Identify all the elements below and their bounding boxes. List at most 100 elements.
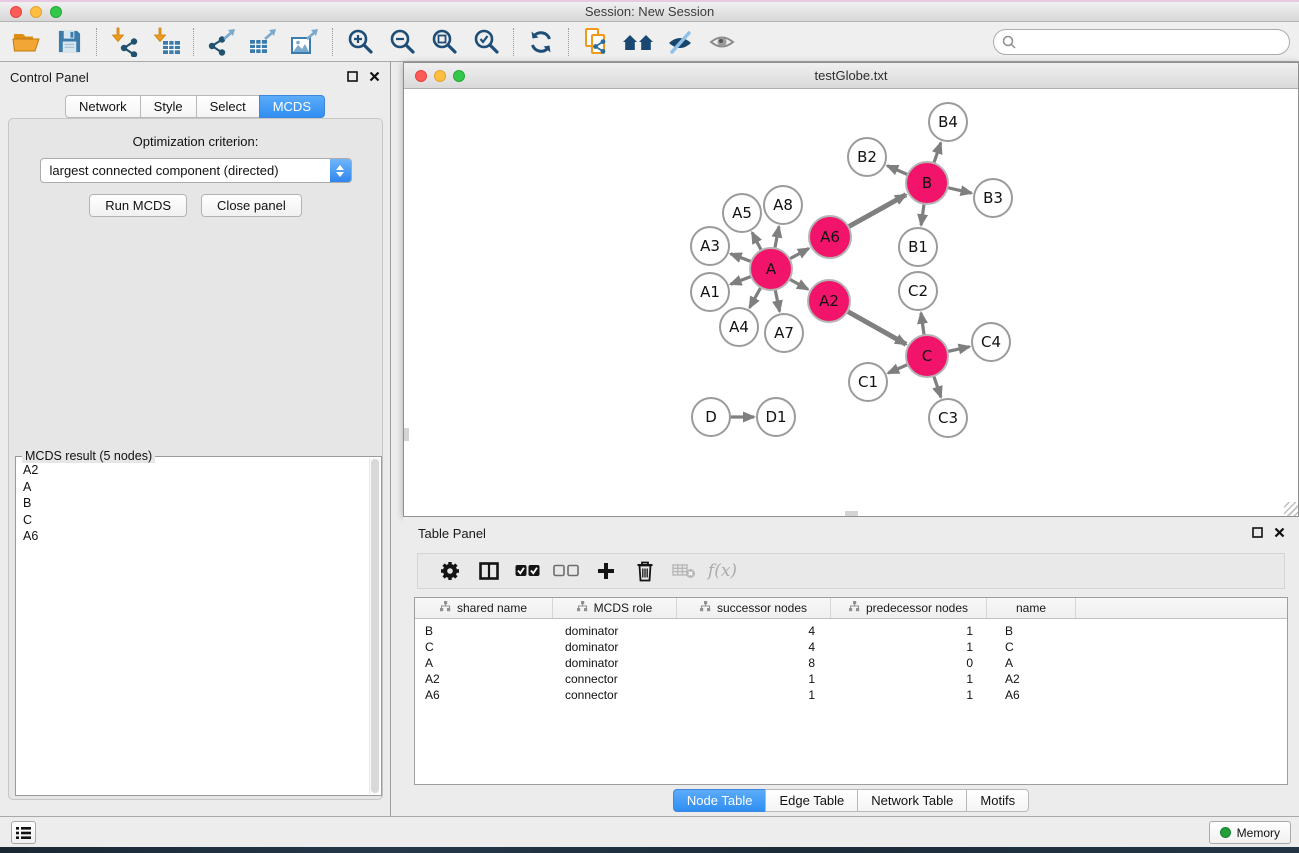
tab-network-table[interactable]: Network Table — [857, 789, 967, 812]
column-header-MCDS-role[interactable]: MCDS role — [553, 598, 677, 618]
table-row[interactable]: A2connector11A2 — [415, 671, 1287, 687]
network-close-icon[interactable] — [415, 70, 427, 82]
check-pair-icon[interactable] — [508, 564, 547, 578]
uncheck-pair-icon[interactable] — [547, 564, 586, 578]
node-A7[interactable]: A7 — [765, 314, 803, 352]
table-cell: 1 — [831, 640, 987, 654]
result-item[interactable]: B — [23, 495, 362, 512]
column-header-successor-nodes[interactable]: successor nodes — [677, 598, 831, 618]
import-table-icon[interactable] — [145, 26, 187, 58]
float-table-panel-icon[interactable] — [1252, 527, 1263, 538]
node-A6[interactable]: A6 — [809, 216, 851, 258]
node-A3[interactable]: A3 — [691, 227, 729, 265]
svg-text:D: D — [705, 408, 717, 426]
task-history-button[interactable] — [11, 821, 36, 844]
network-vscroll-thumb[interactable] — [404, 428, 409, 441]
node-B4[interactable]: B4 — [929, 103, 967, 141]
hide-selected-icon[interactable] — [659, 26, 701, 58]
table-row[interactable]: Adominator80A — [415, 655, 1287, 671]
result-item[interactable]: A6 — [23, 528, 362, 545]
minimize-window-icon[interactable] — [30, 6, 42, 18]
node-A[interactable]: A — [750, 248, 792, 290]
node-A4[interactable]: A4 — [720, 308, 758, 346]
import-network-icon[interactable] — [103, 26, 145, 58]
home-icon[interactable] — [617, 26, 659, 58]
sort-hierarchy-icon — [440, 601, 451, 615]
node-C2[interactable]: C2 — [899, 272, 937, 310]
close-table-panel-icon[interactable] — [1274, 527, 1285, 538]
tab-mcds[interactable]: MCDS — [259, 95, 325, 118]
zoom-window-icon[interactable] — [50, 6, 62, 18]
tab-style[interactable]: Style — [140, 95, 197, 118]
close-window-icon[interactable] — [10, 6, 22, 18]
node-A5[interactable]: A5 — [723, 194, 761, 232]
result-scrollbar-thumb[interactable] — [371, 459, 379, 793]
tab-edge-table[interactable]: Edge Table — [765, 789, 858, 812]
network-hscroll-thumb[interactable] — [845, 511, 858, 516]
table-row[interactable]: A6connector11A6 — [415, 687, 1287, 703]
network-from-clipboard-icon[interactable] — [575, 26, 617, 58]
table-cell: A — [987, 656, 1076, 670]
refresh-icon[interactable] — [520, 26, 562, 58]
table-cell: 1 — [831, 672, 987, 686]
criterion-select[interactable]: largest connected component (directed) — [40, 158, 352, 183]
export-network-icon[interactable] — [200, 26, 242, 58]
result-item[interactable]: C — [23, 512, 362, 529]
resize-grip[interactable] — [1284, 502, 1298, 516]
trash-icon[interactable] — [625, 560, 664, 582]
zoom-in-icon[interactable] — [339, 26, 381, 58]
zoom-out-icon[interactable] — [381, 26, 423, 58]
zoom-selected-icon[interactable] — [465, 26, 507, 58]
network-minimize-icon[interactable] — [434, 70, 446, 82]
close-panel-button[interactable]: Close panel — [201, 194, 302, 217]
table-row[interactable]: Cdominator41C — [415, 639, 1287, 655]
show-all-icon[interactable] — [701, 26, 743, 58]
node-A8[interactable]: A8 — [764, 186, 802, 224]
column-header-name[interactable]: name — [987, 598, 1076, 618]
node-B3[interactable]: B3 — [974, 179, 1012, 217]
node-C[interactable]: C — [906, 335, 948, 377]
node-D[interactable]: D — [692, 398, 730, 436]
float-panel-icon[interactable] — [347, 71, 358, 82]
node-D1[interactable]: D1 — [757, 398, 795, 436]
export-table-icon[interactable] — [242, 26, 284, 58]
zoom-fit-icon[interactable] — [423, 26, 465, 58]
run-mcds-button[interactable]: Run MCDS — [89, 194, 187, 217]
search-icon — [1002, 35, 1016, 49]
result-scrollbar[interactable] — [369, 458, 380, 794]
export-image-icon[interactable] — [284, 26, 326, 58]
network-zoom-icon[interactable] — [453, 70, 465, 82]
table-cell: 8 — [677, 656, 831, 670]
svg-text:B1: B1 — [908, 238, 928, 256]
result-item[interactable]: A2 — [23, 462, 362, 479]
add-icon[interactable] — [586, 561, 625, 581]
column-header-predecessor-nodes[interactable]: predecessor nodes — [831, 598, 987, 618]
node-A2[interactable]: A2 — [808, 280, 850, 322]
save-session-icon[interactable] — [48, 26, 90, 58]
tab-motifs[interactable]: Motifs — [966, 789, 1029, 812]
node-B[interactable]: B — [906, 162, 948, 204]
column-header-shared-name[interactable]: shared name — [415, 598, 553, 618]
open-session-icon[interactable] — [6, 26, 48, 58]
tab-network[interactable]: Network — [65, 95, 141, 118]
node-A1[interactable]: A1 — [691, 273, 729, 311]
table-cell: dominator — [553, 640, 677, 654]
tab-node-table[interactable]: Node Table — [673, 789, 767, 812]
main-toolbar — [0, 22, 1299, 62]
table-row[interactable]: Bdominator41B — [415, 623, 1287, 639]
gear-icon[interactable] — [430, 560, 469, 582]
columns-icon[interactable] — [469, 560, 508, 582]
memory-button[interactable]: Memory — [1209, 821, 1291, 844]
search-box[interactable] — [993, 29, 1290, 55]
result-item[interactable]: A — [23, 479, 362, 496]
node-B1[interactable]: B1 — [899, 228, 937, 266]
node-B2[interactable]: B2 — [848, 138, 886, 176]
search-input[interactable] — [1021, 35, 1281, 49]
node-C3[interactable]: C3 — [929, 399, 967, 437]
close-panel-icon[interactable] — [369, 71, 380, 82]
node-C4[interactable]: C4 — [972, 323, 1010, 361]
network-window-titlebar[interactable]: testGlobe.txt — [404, 63, 1298, 89]
tab-select[interactable]: Select — [196, 95, 260, 118]
node-C1[interactable]: C1 — [849, 363, 887, 401]
network-canvas[interactable]: B4 B2 B B3 A8A5 A6 A3 B1 A A1 C2 A2 A4A7 C4 C C1 C3 D D1 — [404, 89, 1298, 516]
